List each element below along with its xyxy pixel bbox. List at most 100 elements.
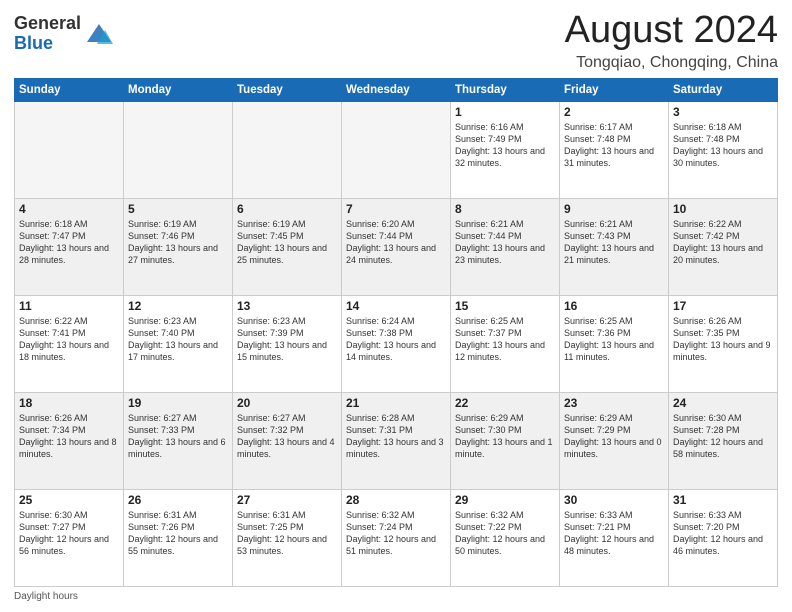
- day-info: Sunrise: 6:31 AM Sunset: 7:26 PM Dayligh…: [128, 509, 228, 558]
- day-cell: 8 Sunrise: 6:21 AM Sunset: 7:44 PM Daylig…: [451, 198, 560, 295]
- day-info: Sunrise: 6:28 AM Sunset: 7:31 PM Dayligh…: [346, 412, 446, 461]
- title-section: August 2024 Tongqiao, Chongqing, China: [565, 10, 778, 72]
- day-info: Sunrise: 6:30 AM Sunset: 7:27 PM Dayligh…: [19, 509, 119, 558]
- week-row-1: 4 Sunrise: 6:18 AM Sunset: 7:47 PM Daylig…: [15, 198, 778, 295]
- day-number: 25: [19, 493, 119, 507]
- logo-blue: Blue: [14, 34, 81, 54]
- location: Tongqiao, Chongqing, China: [565, 54, 778, 72]
- day-info: Sunrise: 6:19 AM Sunset: 7:45 PM Dayligh…: [237, 218, 337, 267]
- day-cell: 5Sunrise: 6:19 AM Sunset: 7:46 PM Daylig…: [124, 198, 233, 295]
- month-title: August 2024: [565, 10, 778, 52]
- day-info: Sunrise: 6:32 AM Sunset: 7:24 PM Dayligh…: [346, 509, 446, 558]
- day-info: Sunrise: 6:26 AM Sunset: 7:35 PM Dayligh…: [673, 315, 773, 364]
- day-cell: [15, 101, 124, 198]
- day-info: Sunrise: 6:22 AM Sunset: 7:41 PM Dayligh…: [19, 315, 119, 364]
- day-info: Sunrise: 6:32 AM Sunset: 7:22 PM Dayligh…: [455, 509, 555, 558]
- week-row-4: 25 Sunrise: 6:30 AM Sunset: 7:27 PM Dayli…: [15, 489, 778, 586]
- logo-icon: [85, 20, 113, 48]
- day-cell: 13 Sunrise: 6:23 AM Sunset: 7:39 PM Dayli…: [233, 295, 342, 392]
- day-cell: 6 Sunrise: 6:19 AM Sunset: 7:45 PM Daylig…: [233, 198, 342, 295]
- day-info: Sunrise: 6:18 AM Sunset: 7:47 PM Dayligh…: [19, 218, 119, 267]
- day-info: Sunrise: 6:27 AM Sunset: 7:33 PM Dayligh…: [128, 412, 228, 461]
- day-number: 9: [564, 202, 664, 216]
- day-cell: 9 Sunrise: 6:21 AM Sunset: 7:43 PM Daylig…: [560, 198, 669, 295]
- col-header-monday: Monday: [124, 78, 233, 101]
- day-info: Sunrise: 6:23 AM Sunset: 7:40 PM Dayligh…: [128, 315, 228, 364]
- col-header-wednesday: Wednesday: [342, 78, 451, 101]
- logo: General Blue: [14, 14, 113, 54]
- day-cell: 30Sunrise: 6:33 AM Sunset: 7:21 PM Dayli…: [560, 489, 669, 586]
- day-cell: 19 Sunrise: 6:27 AM Sunset: 7:33 PM Dayli…: [124, 392, 233, 489]
- day-number: 11: [19, 299, 119, 313]
- header-row: SundayMondayTuesdayWednesdayThursdayFrid…: [15, 78, 778, 101]
- day-cell: 28 Sunrise: 6:32 AM Sunset: 7:24 PM Dayli…: [342, 489, 451, 586]
- day-number: 5: [128, 202, 228, 216]
- day-info: Sunrise: 6:17 AM Sunset: 7:48 PM Dayligh…: [564, 121, 664, 170]
- day-cell: 16Sunrise: 6:25 AM Sunset: 7:36 PM Dayli…: [560, 295, 669, 392]
- day-number: 29: [455, 493, 555, 507]
- day-cell: 18Sunrise: 6:26 AM Sunset: 7:34 PM Dayli…: [15, 392, 124, 489]
- day-number: 13: [237, 299, 337, 313]
- day-info: Sunrise: 6:29 AM Sunset: 7:29 PM Dayligh…: [564, 412, 664, 461]
- day-info: Sunrise: 6:21 AM Sunset: 7:43 PM Dayligh…: [564, 218, 664, 267]
- day-number: 16: [564, 299, 664, 313]
- day-cell: 12Sunrise: 6:23 AM Sunset: 7:40 PM Dayli…: [124, 295, 233, 392]
- day-cell: [342, 101, 451, 198]
- logo-general: General: [14, 14, 81, 34]
- day-info: Sunrise: 6:21 AM Sunset: 7:44 PM Dayligh…: [455, 218, 555, 267]
- day-number: 23: [564, 396, 664, 410]
- day-number: 17: [673, 299, 773, 313]
- day-cell: 3 Sunrise: 6:18 AM Sunset: 7:48 PM Daylig…: [669, 101, 778, 198]
- day-number: 6: [237, 202, 337, 216]
- day-cell: 17 Sunrise: 6:26 AM Sunset: 7:35 PM Dayli…: [669, 295, 778, 392]
- day-info: Sunrise: 6:27 AM Sunset: 7:32 PM Dayligh…: [237, 412, 337, 461]
- day-info: Sunrise: 6:18 AM Sunset: 7:48 PM Dayligh…: [673, 121, 773, 170]
- day-cell: 22Sunrise: 6:29 AM Sunset: 7:30 PM Dayli…: [451, 392, 560, 489]
- day-number: 14: [346, 299, 446, 313]
- day-number: 4: [19, 202, 119, 216]
- day-info: Sunrise: 6:30 AM Sunset: 7:28 PM Dayligh…: [673, 412, 773, 461]
- week-row-3: 18Sunrise: 6:26 AM Sunset: 7:34 PM Dayli…: [15, 392, 778, 489]
- day-cell: 10Sunrise: 6:22 AM Sunset: 7:42 PM Dayli…: [669, 198, 778, 295]
- day-number: 7: [346, 202, 446, 216]
- calendar-table: SundayMondayTuesdayWednesdayThursdayFrid…: [14, 78, 778, 587]
- day-info: Sunrise: 6:24 AM Sunset: 7:38 PM Dayligh…: [346, 315, 446, 364]
- day-cell: 31Sunrise: 6:33 AM Sunset: 7:20 PM Dayli…: [669, 489, 778, 586]
- day-cell: 11 Sunrise: 6:22 AM Sunset: 7:41 PM Dayli…: [15, 295, 124, 392]
- day-number: 26: [128, 493, 228, 507]
- day-number: 1: [455, 105, 555, 119]
- col-header-sunday: Sunday: [15, 78, 124, 101]
- day-cell: 15 Sunrise: 6:25 AM Sunset: 7:37 PM Dayli…: [451, 295, 560, 392]
- day-cell: 21Sunrise: 6:28 AM Sunset: 7:31 PM Dayli…: [342, 392, 451, 489]
- footer-note: Daylight hours: [14, 591, 778, 602]
- week-row-2: 11 Sunrise: 6:22 AM Sunset: 7:41 PM Dayli…: [15, 295, 778, 392]
- day-number: 2: [564, 105, 664, 119]
- day-info: Sunrise: 6:25 AM Sunset: 7:37 PM Dayligh…: [455, 315, 555, 364]
- day-cell: [233, 101, 342, 198]
- day-cell: 25 Sunrise: 6:30 AM Sunset: 7:27 PM Dayli…: [15, 489, 124, 586]
- day-cell: 26 Sunrise: 6:31 AM Sunset: 7:26 PM Dayli…: [124, 489, 233, 586]
- day-number: 8: [455, 202, 555, 216]
- day-cell: 7 Sunrise: 6:20 AM Sunset: 7:44 PM Daylig…: [342, 198, 451, 295]
- day-number: 3: [673, 105, 773, 119]
- day-cell: 2 Sunrise: 6:17 AM Sunset: 7:48 PM Daylig…: [560, 101, 669, 198]
- day-number: 27: [237, 493, 337, 507]
- day-cell: [124, 101, 233, 198]
- day-number: 19: [128, 396, 228, 410]
- day-info: Sunrise: 6:20 AM Sunset: 7:44 PM Dayligh…: [346, 218, 446, 267]
- day-cell: 14 Sunrise: 6:24 AM Sunset: 7:38 PM Dayli…: [342, 295, 451, 392]
- col-header-thursday: Thursday: [451, 78, 560, 101]
- page: General Blue August 2024 Tongqiao, Chong…: [0, 0, 792, 612]
- day-number: 22: [455, 396, 555, 410]
- day-number: 28: [346, 493, 446, 507]
- day-number: 15: [455, 299, 555, 313]
- day-info: Sunrise: 6:33 AM Sunset: 7:21 PM Dayligh…: [564, 509, 664, 558]
- week-row-0: 1Sunrise: 6:16 AM Sunset: 7:49 PM Daylig…: [15, 101, 778, 198]
- day-info: Sunrise: 6:23 AM Sunset: 7:39 PM Dayligh…: [237, 315, 337, 364]
- col-header-saturday: Saturday: [669, 78, 778, 101]
- day-number: 24: [673, 396, 773, 410]
- col-header-friday: Friday: [560, 78, 669, 101]
- day-cell: 1Sunrise: 6:16 AM Sunset: 7:49 PM Daylig…: [451, 101, 560, 198]
- day-number: 10: [673, 202, 773, 216]
- day-number: 31: [673, 493, 773, 507]
